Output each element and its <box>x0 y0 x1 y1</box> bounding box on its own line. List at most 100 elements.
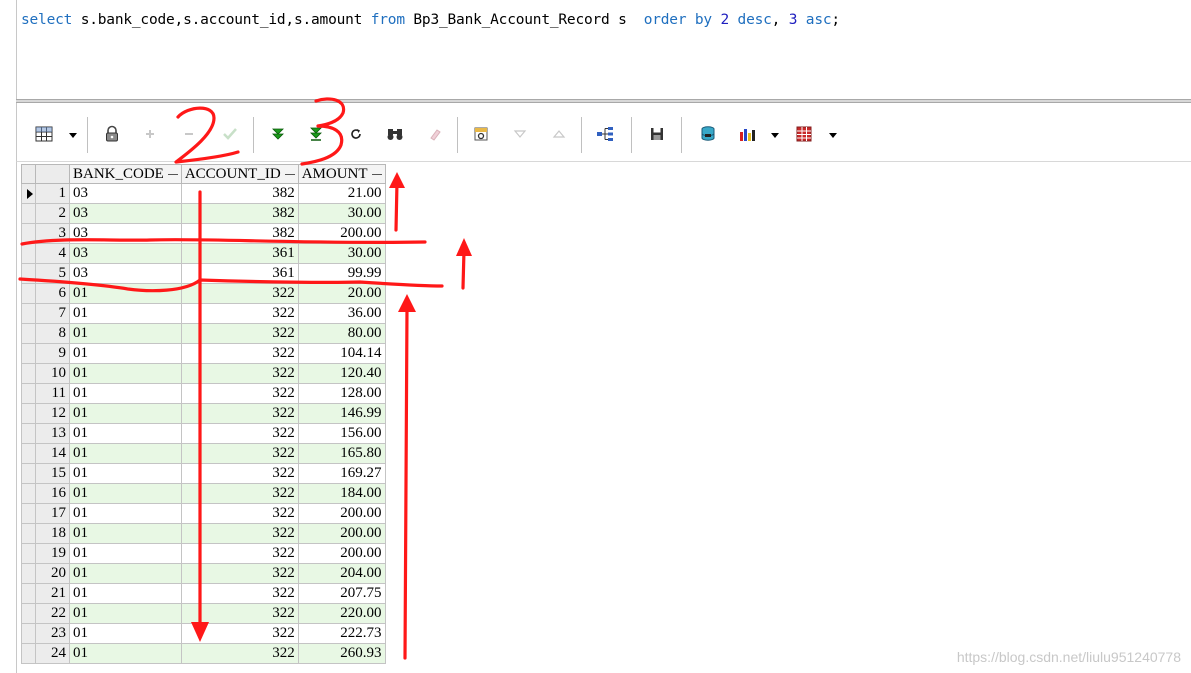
row-indicator-cell[interactable] <box>21 403 36 424</box>
cell-account-id[interactable]: 322 <box>180 523 299 544</box>
cell-bank-code[interactable]: 01 <box>69 603 182 624</box>
cell-account-id[interactable]: 322 <box>180 463 299 484</box>
table-row[interactable]: 17 01 322 200.00 <box>21 503 386 524</box>
table-row[interactable]: 10 01 322 120.40 <box>21 363 386 384</box>
sort-up-icon[interactable] <box>548 123 570 145</box>
cell-bank-code[interactable]: 01 <box>69 643 182 664</box>
row-indicator-cell[interactable] <box>21 343 36 364</box>
row-number-cell[interactable]: 5 <box>35 263 70 284</box>
cell-bank-code[interactable]: 03 <box>69 183 182 204</box>
row-indicator-cell[interactable] <box>21 583 36 604</box>
cell-amount[interactable]: 169.27 <box>297 463 386 484</box>
query-by-example-icon[interactable] <box>470 123 492 145</box>
cell-bank-code[interactable]: 01 <box>69 383 182 404</box>
cell-amount[interactable]: 146.99 <box>297 403 386 424</box>
cell-account-id[interactable]: 322 <box>180 583 299 604</box>
table-row[interactable]: 20 01 322 204.00 <box>21 563 386 584</box>
cell-amount[interactable]: 200.00 <box>297 503 386 524</box>
table-row[interactable]: 18 01 322 200.00 <box>21 523 386 544</box>
row-number-cell[interactable]: 17 <box>35 503 70 524</box>
cell-account-id[interactable]: 322 <box>180 483 299 504</box>
cell-bank-code[interactable]: 01 <box>69 363 182 384</box>
table-row[interactable]: 16 01 322 184.00 <box>21 483 386 504</box>
row-indicator-cell[interactable] <box>21 223 36 244</box>
cell-account-id[interactable]: 322 <box>180 543 299 564</box>
database-icon[interactable] <box>697 123 719 145</box>
table-row[interactable]: 2 03 382 30.00 <box>21 203 386 224</box>
cell-amount[interactable]: 120.40 <box>297 363 386 384</box>
cell-account-id[interactable]: 322 <box>180 503 299 524</box>
table-row[interactable]: 19 01 322 200.00 <box>21 543 386 564</box>
row-indicator-cell[interactable] <box>21 203 36 224</box>
table-row[interactable]: 3 03 382 200.00 <box>21 223 386 244</box>
cell-bank-code[interactable]: 01 <box>69 303 182 324</box>
row-number-cell[interactable]: 2 <box>35 203 70 224</box>
column-header-account-id[interactable]: ACCOUNT_ID <box>180 164 299 184</box>
row-indicator-cell[interactable] <box>21 423 36 444</box>
cell-amount[interactable]: 222.73 <box>297 623 386 644</box>
grid-icon[interactable] <box>33 123 55 145</box>
cell-bank-code[interactable]: 03 <box>69 243 182 264</box>
row-indicator-cell[interactable] <box>21 243 36 264</box>
column-header-amount[interactable]: AMOUNT <box>297 164 386 184</box>
row-indicator-cell[interactable] <box>21 303 36 324</box>
cell-bank-code[interactable]: 01 <box>69 443 182 464</box>
cell-bank-code[interactable]: 03 <box>69 263 182 284</box>
row-number-cell[interactable]: 21 <box>35 583 70 604</box>
cell-amount[interactable]: 204.00 <box>297 563 386 584</box>
cell-amount[interactable]: 165.80 <box>297 443 386 464</box>
cell-amount[interactable]: 99.99 <box>297 263 386 284</box>
row-indicator-cell[interactable] <box>21 523 36 544</box>
cell-amount[interactable]: 30.00 <box>297 203 386 224</box>
row-number-cell[interactable]: 18 <box>35 523 70 544</box>
cell-account-id[interactable]: 322 <box>180 563 299 584</box>
row-indicator-cell[interactable] <box>21 503 36 524</box>
row-number-cell[interactable]: 14 <box>35 443 70 464</box>
row-number-cell[interactable]: 24 <box>35 643 70 664</box>
row-indicator-cell[interactable] <box>21 643 36 664</box>
cell-amount[interactable]: 21.00 <box>297 183 386 204</box>
cell-account-id[interactable]: 322 <box>180 283 299 304</box>
table-dropdown-icon[interactable] <box>829 133 837 138</box>
row-indicator-cell[interactable] <box>21 603 36 624</box>
row-number-cell[interactable]: 4 <box>35 243 70 264</box>
row-number-cell[interactable]: 10 <box>35 363 70 384</box>
row-number-cell[interactable]: 13 <box>35 423 70 444</box>
lock-icon[interactable] <box>101 123 123 145</box>
cell-account-id[interactable]: 322 <box>180 303 299 324</box>
row-number-cell[interactable]: 3 <box>35 223 70 244</box>
table-row[interactable]: 15 01 322 169.27 <box>21 463 386 484</box>
row-number-cell[interactable]: 8 <box>35 323 70 344</box>
cell-bank-code[interactable]: 01 <box>69 483 182 504</box>
cell-bank-code[interactable]: 01 <box>69 283 182 304</box>
cell-bank-code[interactable]: 01 <box>69 403 182 424</box>
row-indicator-cell[interactable] <box>21 363 36 384</box>
cell-amount[interactable]: 207.75 <box>297 583 386 604</box>
cell-account-id[interactable]: 382 <box>180 223 299 244</box>
save-icon[interactable] <box>646 123 668 145</box>
row-indicator-cell[interactable] <box>21 443 36 464</box>
column-filter-icon[interactable] <box>371 173 382 175</box>
cell-account-id[interactable]: 322 <box>180 603 299 624</box>
row-indicator-cell[interactable] <box>21 283 36 304</box>
cell-amount[interactable]: 200.00 <box>297 223 386 244</box>
row-number-cell[interactable]: 15 <box>35 463 70 484</box>
table-row[interactable]: 21 01 322 207.75 <box>21 583 386 604</box>
row-number-cell[interactable]: 22 <box>35 603 70 624</box>
cell-amount[interactable]: 220.00 <box>297 603 386 624</box>
table-row[interactable]: 7 01 322 36.00 <box>21 303 386 324</box>
table-row[interactable]: 13 01 322 156.00 <box>21 423 386 444</box>
cell-bank-code[interactable]: 01 <box>69 543 182 564</box>
cell-bank-code[interactable]: 01 <box>69 583 182 604</box>
row-number-cell[interactable]: 11 <box>35 383 70 404</box>
cell-bank-code[interactable]: 03 <box>69 223 182 244</box>
grid-dropdown-icon[interactable] <box>69 133 77 138</box>
tree-icon[interactable] <box>594 123 616 145</box>
minus-icon[interactable] <box>178 123 200 145</box>
cell-amount[interactable]: 30.00 <box>297 243 386 264</box>
find-icon[interactable] <box>384 123 406 145</box>
table-row[interactable]: 12 01 322 146.99 <box>21 403 386 424</box>
row-number-cell[interactable]: 20 <box>35 563 70 584</box>
cell-account-id[interactable]: 322 <box>180 383 299 404</box>
table-row[interactable]: 4 03 361 30.00 <box>21 243 386 264</box>
